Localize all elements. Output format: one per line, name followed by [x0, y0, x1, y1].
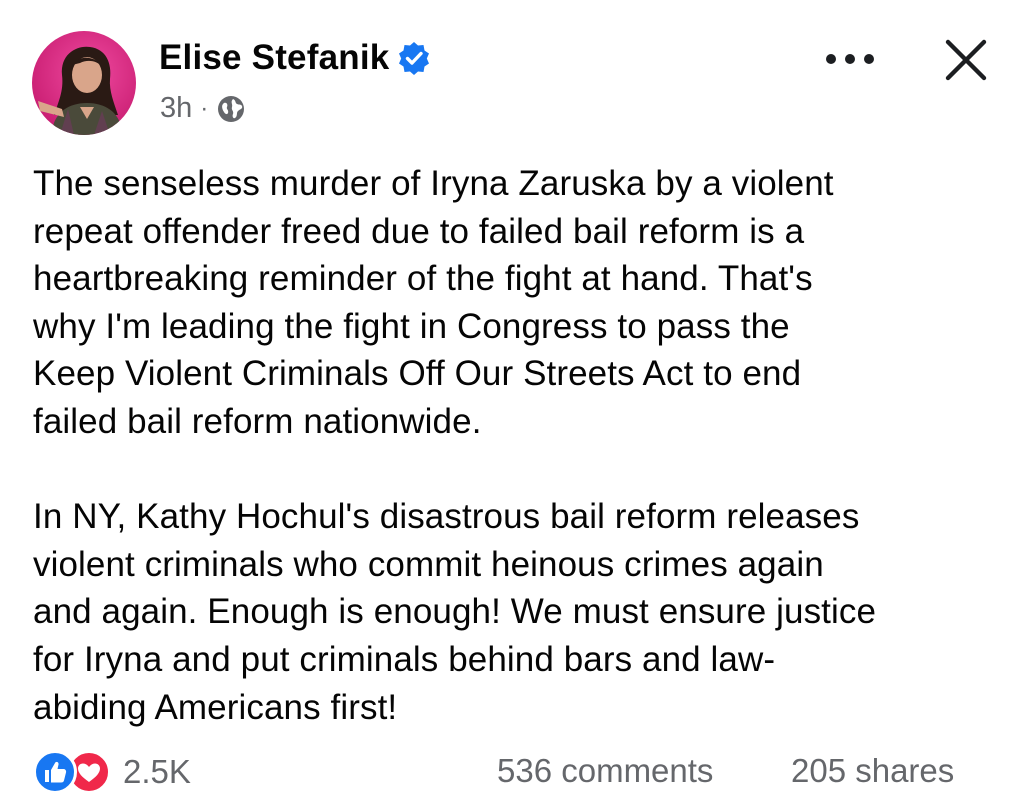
globe-icon[interactable]	[216, 94, 246, 124]
reactions-summary[interactable]: 2.5K	[33, 750, 191, 794]
shares-count[interactable]: 205 shares	[791, 752, 954, 790]
post-meta: 3h ·	[160, 92, 246, 125]
author-name-text[interactable]: Elise Stefanik	[159, 38, 389, 78]
reaction-icons	[33, 750, 111, 794]
like-icon	[33, 750, 77, 794]
meta-separator: ·	[200, 94, 209, 122]
author-avatar[interactable]	[32, 31, 136, 135]
close-icon[interactable]	[944, 38, 988, 82]
reaction-count[interactable]: 2.5K	[123, 753, 191, 791]
comments-count[interactable]: 536 comments	[497, 752, 713, 790]
post-timestamp[interactable]: 3h	[160, 92, 192, 125]
post-paragraph-2: In NY, Kathy Hochul's disastrous bail re…	[33, 497, 877, 727]
post-text: The senseless murder of Iryna Zaruska by…	[33, 160, 998, 731]
more-options-icon-dot	[826, 54, 836, 64]
author-name[interactable]: Elise Stefanik	[159, 38, 431, 78]
verified-badge-icon	[399, 42, 430, 75]
more-options-icon-dot	[845, 54, 855, 64]
more-options-icon-dot	[864, 54, 874, 64]
more-options-button[interactable]	[826, 46, 874, 72]
post-paragraph-1: The senseless murder of Iryna Zaruska by…	[33, 164, 834, 441]
